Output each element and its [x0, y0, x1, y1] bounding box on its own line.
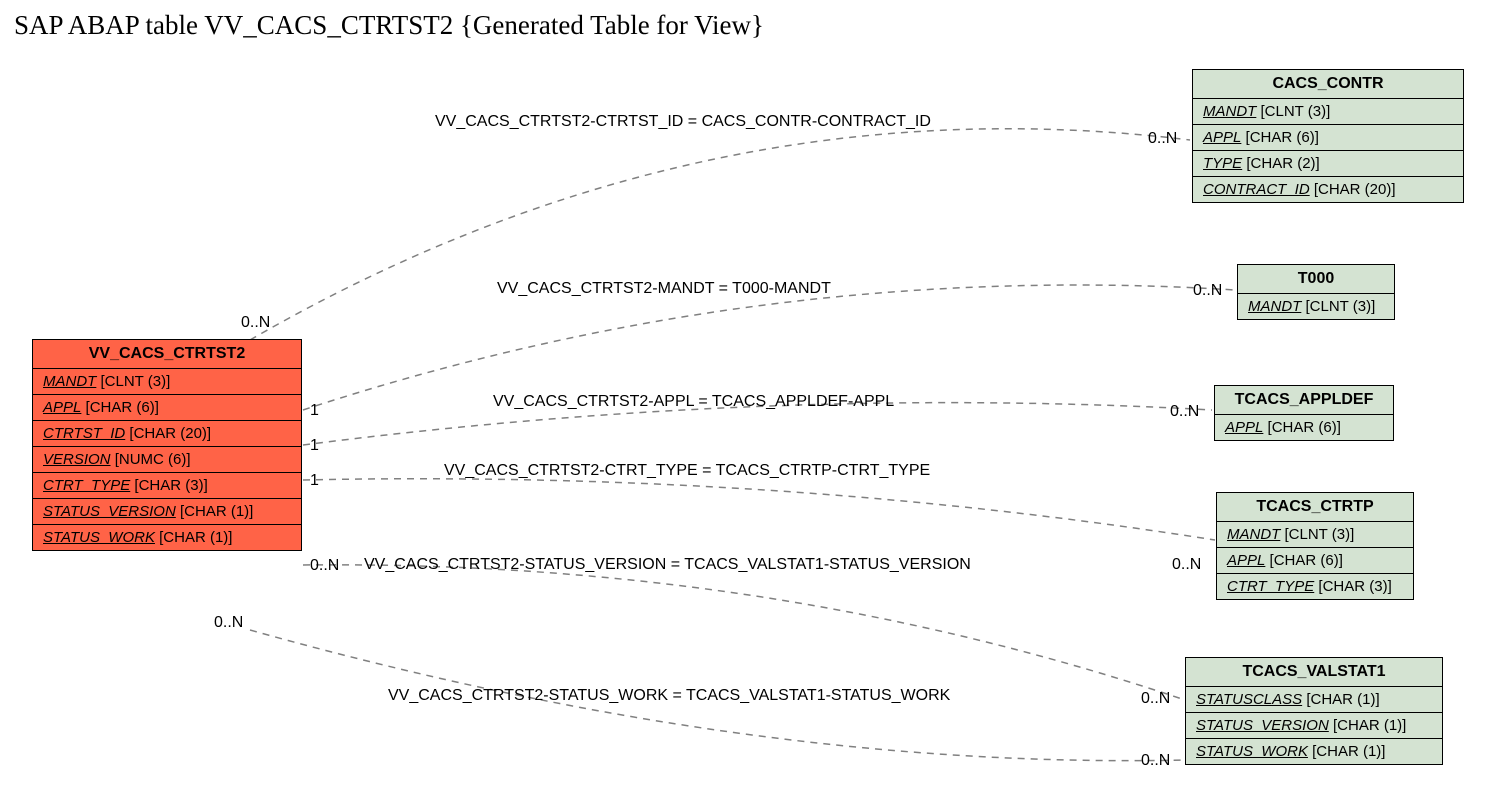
entity-header: T000 — [1238, 265, 1394, 294]
entity-field: CONTRACT_ID [CHAR (20)] — [1193, 177, 1463, 202]
entity-header: TCACS_CTRTP — [1217, 493, 1413, 522]
entity-field: APPL [CHAR (6)] — [1217, 548, 1413, 574]
entity-field: APPL [CHAR (6)] — [1193, 125, 1463, 151]
entity-tcacs-valstat1: TCACS_VALSTAT1 STATUSCLASS [CHAR (1)] ST… — [1185, 657, 1443, 765]
cardinality: 0..N — [1148, 130, 1177, 148]
cardinality: 0..N — [1141, 690, 1170, 708]
entity-header: CACS_CONTR — [1193, 70, 1463, 99]
cardinality: 1 — [310, 437, 319, 455]
entity-field: MANDT [CLNT (3)] — [1193, 99, 1463, 125]
entity-header: TCACS_VALSTAT1 — [1186, 658, 1442, 687]
entity-field: MANDT [CLNT (3)] — [33, 369, 301, 395]
entity-header: TCACS_APPLDEF — [1215, 386, 1393, 415]
entity-tcacs-ctrtp: TCACS_CTRTP MANDT [CLNT (3)] APPL [CHAR … — [1216, 492, 1414, 600]
edge-label: VV_CACS_CTRTST2-CTRTST_ID = CACS_CONTR-C… — [435, 113, 931, 131]
page-title: SAP ABAP table VV_CACS_CTRTST2 {Generate… — [14, 10, 764, 41]
entity-field: STATUS_WORK [CHAR (1)] — [1186, 739, 1442, 764]
entity-field: APPL [CHAR (6)] — [33, 395, 301, 421]
entity-t000: T000 MANDT [CLNT (3)] — [1237, 264, 1395, 320]
entity-vv-cacs-ctrtst2: VV_CACS_CTRTST2 MANDT [CLNT (3)] APPL [C… — [32, 339, 302, 551]
entity-field: CTRT_TYPE [CHAR (3)] — [1217, 574, 1413, 599]
entity-tcacs-appldef: TCACS_APPLDEF APPL [CHAR (6)] — [1214, 385, 1394, 441]
cardinality: 0..N — [241, 314, 270, 332]
entity-field: STATUSCLASS [CHAR (1)] — [1186, 687, 1442, 713]
cardinality: 0..N — [214, 614, 243, 632]
entity-field: APPL [CHAR (6)] — [1215, 415, 1393, 440]
entity-field: VERSION [NUMC (6)] — [33, 447, 301, 473]
cardinality: 0..N — [1193, 282, 1222, 300]
entity-field: CTRT_TYPE [CHAR (3)] — [33, 473, 301, 499]
edge-label: VV_CACS_CTRTST2-STATUS_WORK = TCACS_VALS… — [388, 687, 950, 705]
cardinality: 0..N — [1170, 403, 1199, 421]
edge-label: VV_CACS_CTRTST2-APPL = TCACS_APPLDEF-APP… — [493, 393, 894, 411]
entity-header: VV_CACS_CTRTST2 — [33, 340, 301, 369]
entity-cacs-contr: CACS_CONTR MANDT [CLNT (3)] APPL [CHAR (… — [1192, 69, 1464, 203]
cardinality: 0..N — [310, 557, 339, 575]
cardinality: 1 — [310, 472, 319, 490]
entity-field: MANDT [CLNT (3)] — [1238, 294, 1394, 319]
cardinality: 1 — [310, 402, 319, 420]
edge-label: VV_CACS_CTRTST2-CTRT_TYPE = TCACS_CTRTP-… — [444, 462, 930, 480]
entity-field: TYPE [CHAR (2)] — [1193, 151, 1463, 177]
cardinality: 0..N — [1172, 556, 1201, 574]
entity-field: STATUS_VERSION [CHAR (1)] — [1186, 713, 1442, 739]
edge-label: VV_CACS_CTRTST2-STATUS_VERSION = TCACS_V… — [364, 556, 971, 574]
entity-field: CTRTST_ID [CHAR (20)] — [33, 421, 301, 447]
entity-field: STATUS_WORK [CHAR (1)] — [33, 525, 301, 550]
edge-label: VV_CACS_CTRTST2-MANDT = T000-MANDT — [497, 280, 831, 298]
entity-field: STATUS_VERSION [CHAR (1)] — [33, 499, 301, 525]
entity-field: MANDT [CLNT (3)] — [1217, 522, 1413, 548]
cardinality: 0..N — [1141, 752, 1170, 770]
